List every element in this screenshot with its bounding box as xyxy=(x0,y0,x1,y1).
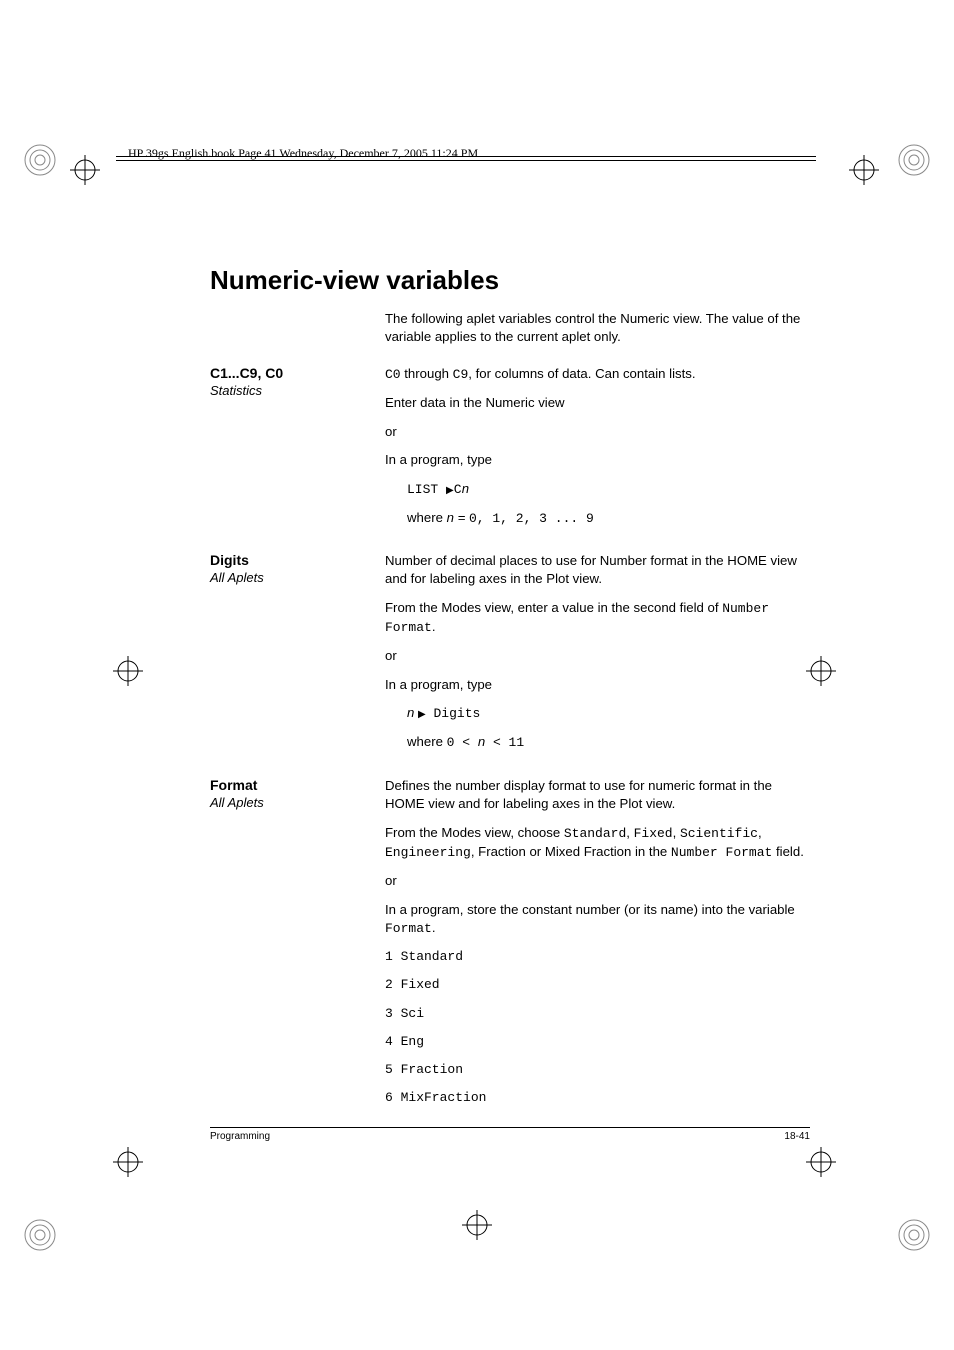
crop-mark-bl xyxy=(20,1215,60,1260)
reg-mark-bc xyxy=(462,1210,492,1245)
digits-or: or xyxy=(385,647,810,665)
c1c9-desc-2: Enter data in the Numeric view xyxy=(385,394,810,412)
digits-desc-3: In a program, type xyxy=(385,676,810,694)
format-opt-2: 2 Fixed xyxy=(385,976,810,994)
reg-mark-ml xyxy=(113,656,143,691)
page-footer: Programming 18-41 xyxy=(210,1127,810,1142)
reg-mark-bl xyxy=(113,1147,143,1182)
digits-where: where 0 < n < 11 xyxy=(407,733,810,752)
reg-mark-br xyxy=(806,1147,836,1182)
section-title: Numeric-view variables xyxy=(210,265,810,296)
reg-mark-tr xyxy=(849,155,879,190)
c1c9-category: Statistics xyxy=(210,383,385,398)
format-desc-2: From the Modes view, choose Standard, Fi… xyxy=(385,824,810,862)
footer-page: 18-41 xyxy=(784,1131,810,1142)
crop-mark-tl xyxy=(20,140,60,185)
format-term: Format xyxy=(210,777,385,793)
format-opt-5: 5 Fraction xyxy=(385,1061,810,1079)
page-header: HP 39gs English.book Page 41 Wednesday, … xyxy=(128,146,478,161)
digits-desc-1: Number of decimal places to use for Numb… xyxy=(385,552,810,589)
format-desc-3: In a program, store the constant number … xyxy=(385,901,810,939)
c1c9-desc-1: C0 through C9, for columns of data. Can … xyxy=(385,365,810,384)
format-category: All Aplets xyxy=(210,795,385,810)
reg-mark-tl xyxy=(70,155,100,190)
format-opt-4: 4 Eng xyxy=(385,1033,810,1051)
digits-term: Digits xyxy=(210,552,385,568)
intro-text: The following aplet variables control th… xyxy=(385,310,810,347)
digits-code: n ▶ Digits xyxy=(407,704,810,723)
format-or: or xyxy=(385,872,810,890)
c1c9-where: where n = 0, 1, 2, 3 ... 9 xyxy=(407,509,810,528)
digits-desc-2: From the Modes view, enter a value in th… xyxy=(385,599,810,637)
reg-mark-mr xyxy=(806,656,836,691)
footer-section: Programming xyxy=(210,1131,270,1142)
digits-category: All Aplets xyxy=(210,570,385,585)
page-content: Numeric-view variables The following apl… xyxy=(210,265,810,1125)
format-opt-1: 1 Standard xyxy=(385,948,810,966)
format-opt-3: 3 Sci xyxy=(385,1005,810,1023)
c1c9-or: or xyxy=(385,423,810,441)
c1c9-code: LIST ▶Cn xyxy=(407,480,810,499)
c1c9-term: C1...C9, C0 xyxy=(210,365,385,381)
crop-mark-tr xyxy=(894,140,934,185)
c1c9-desc-3: In a program, type xyxy=(385,451,810,469)
crop-mark-br xyxy=(894,1215,934,1260)
format-opt-6: 6 MixFraction xyxy=(385,1089,810,1107)
format-desc-1: Defines the number display format to use… xyxy=(385,777,810,814)
